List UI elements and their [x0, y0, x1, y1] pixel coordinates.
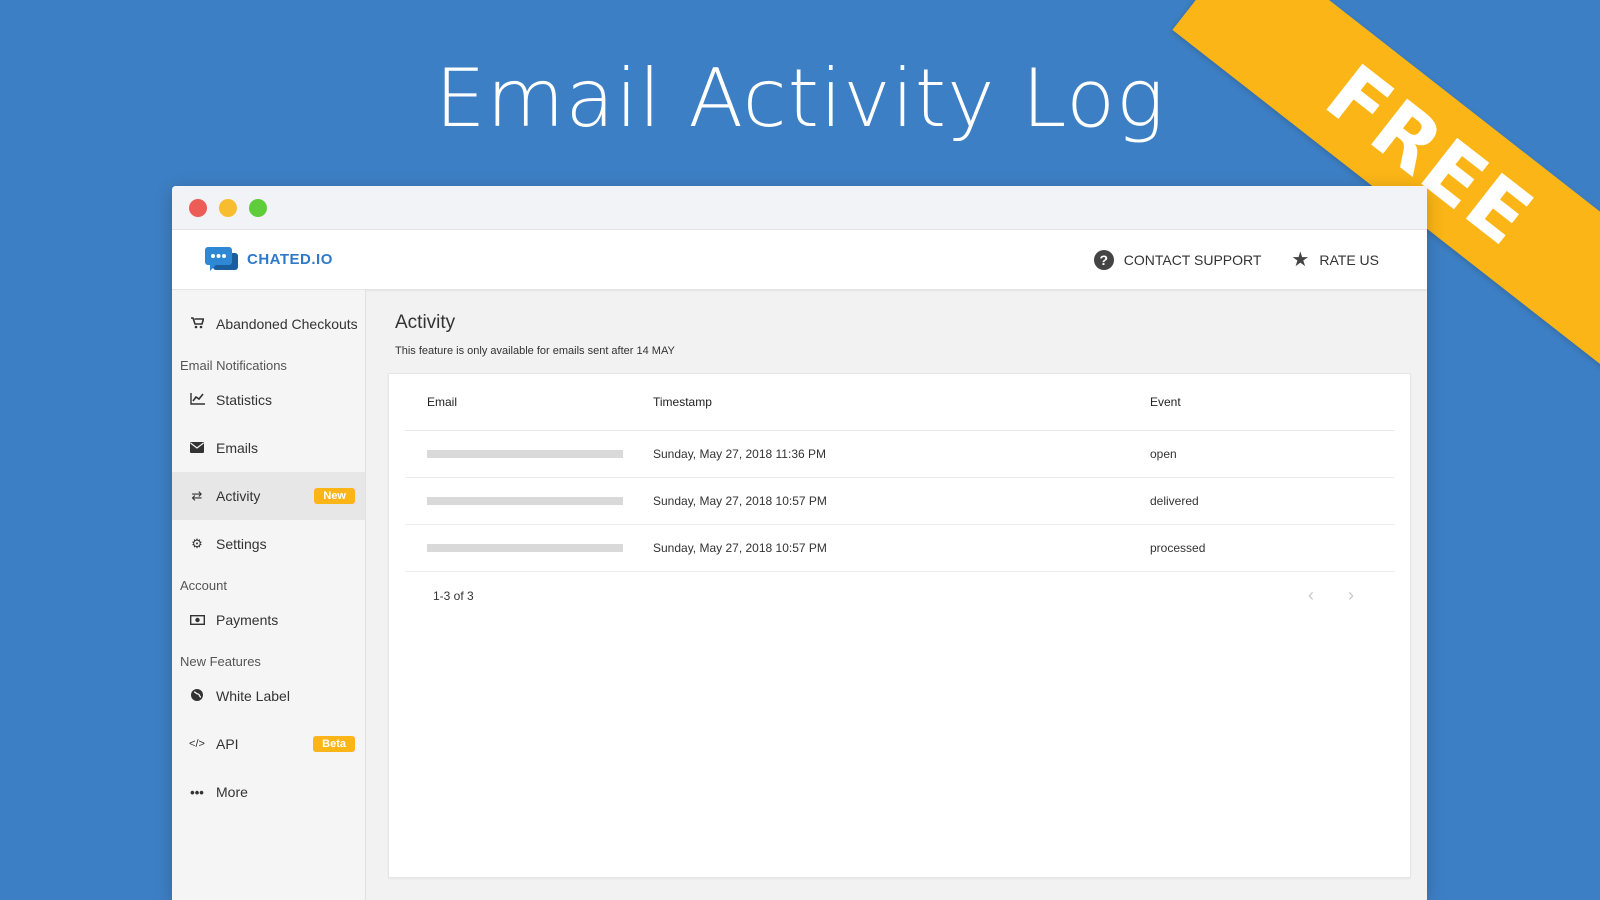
chevron-right-icon[interactable]: ›: [1348, 585, 1354, 606]
column-header-timestamp[interactable]: Timestamp: [653, 374, 1150, 431]
beta-badge: Beta: [313, 736, 355, 752]
brand-name: CHATED.IO: [247, 251, 333, 268]
row-timestamp: Sunday, May 27, 2018 11:36 PM: [653, 430, 1150, 478]
table-row[interactable]: Sunday, May 27, 2018 11:36 PM open: [405, 430, 1394, 478]
app-window: CHATED.IO ? CONTACT SUPPORT ★ RATE US Ab…: [172, 186, 1427, 900]
gear-icon: ⚙: [191, 536, 203, 551]
money-icon: [188, 613, 206, 628]
sidebar-item-white-label[interactable]: White Label: [172, 672, 365, 720]
redacted-email: [427, 544, 623, 553]
sidebar-item-label: Activity: [216, 488, 261, 504]
activity-card: Email Timestamp Event Sunday, May 27, 20…: [388, 373, 1411, 878]
brand-logo[interactable]: CHATED.IO: [205, 246, 333, 273]
redacted-email: [427, 450, 623, 459]
sidebar-item-activity[interactable]: ⇄ Activity New: [172, 472, 365, 520]
page-title: Activity: [395, 312, 456, 333]
page-subtitle: This feature is only available for email…: [395, 345, 675, 357]
sidebar-item-label: White Label: [216, 688, 290, 704]
sidebar-item-label: Payments: [216, 612, 279, 628]
sidebar-item-label: Statistics: [216, 392, 273, 408]
sidebar-item-label: Settings: [216, 536, 267, 552]
envelope-icon: [188, 441, 206, 456]
exchange-arrows-icon: ⇄: [191, 488, 203, 503]
sidebar-item-emails[interactable]: Emails: [172, 424, 365, 472]
sidebar: Abandoned Checkouts Email Notifications …: [172, 290, 366, 900]
sidebar-item-more[interactable]: ••• More: [172, 768, 365, 816]
table-row[interactable]: Sunday, May 27, 2018 10:57 PM delivered: [405, 477, 1394, 525]
table-row[interactable]: Sunday, May 27, 2018 10:57 PM processed: [405, 524, 1394, 572]
star-icon: ★: [1291, 248, 1310, 271]
sidebar-item-label: API: [216, 736, 239, 752]
chat-bubble-icon: [205, 246, 238, 271]
section-email-notifications: Email Notifications: [180, 358, 287, 373]
row-event: processed: [1150, 524, 1394, 572]
contact-support-button[interactable]: ? CONTACT SUPPORT: [1093, 249, 1262, 270]
row-event: delivered: [1150, 477, 1394, 525]
row-timestamp: Sunday, May 27, 2018 10:57 PM: [653, 477, 1150, 525]
chevron-left-icon[interactable]: ‹: [1308, 585, 1314, 606]
column-header-email[interactable]: Email: [405, 374, 653, 431]
minimize-window-button[interactable]: [219, 198, 237, 217]
table-header-row: Email Timestamp Event: [405, 374, 1394, 431]
window-titlebar: [172, 186, 1427, 230]
redacted-email: [427, 497, 623, 506]
rate-us-label: RATE US: [1319, 251, 1379, 268]
sidebar-item-abandoned-checkouts[interactable]: Abandoned Checkouts: [172, 300, 365, 348]
app-header: CHATED.IO ? CONTACT SUPPORT ★ RATE US: [172, 230, 1427, 290]
globe-icon: [188, 688, 206, 704]
row-timestamp: Sunday, May 27, 2018 10:57 PM: [653, 524, 1150, 572]
main-content: Activity This feature is only available …: [366, 290, 1427, 900]
close-window-button[interactable]: [189, 198, 207, 217]
new-badge: New: [314, 488, 355, 504]
contact-support-label: CONTACT SUPPORT: [1123, 251, 1262, 268]
code-icon: </>: [189, 738, 205, 750]
rate-us-button[interactable]: ★ RATE US: [1291, 250, 1379, 270]
sidebar-item-statistics[interactable]: Statistics: [172, 376, 365, 424]
maximize-window-button[interactable]: [249, 198, 267, 217]
pagination-count: 1-3 of 3: [433, 588, 474, 603]
activity-table: Email Timestamp Event Sunday, May 27, 20…: [405, 374, 1394, 572]
cart-icon: [188, 316, 206, 332]
question-circle-icon: ?: [1093, 249, 1114, 270]
section-account: Account: [180, 578, 227, 593]
row-event: open: [1150, 430, 1394, 478]
ellipsis-icon: •••: [190, 784, 204, 800]
sidebar-item-label: Abandoned Checkouts: [216, 316, 358, 332]
column-header-event[interactable]: Event: [1150, 374, 1394, 431]
sidebar-item-settings[interactable]: ⚙ Settings: [172, 520, 365, 568]
sidebar-item-payments[interactable]: Payments: [172, 596, 365, 644]
sidebar-item-label: More: [216, 784, 248, 800]
pagination: 1-3 of 3 ‹ ›: [405, 572, 1394, 620]
section-new-features: New Features: [180, 654, 261, 669]
sidebar-item-label: Emails: [216, 440, 259, 456]
sidebar-item-api[interactable]: </> API Beta: [172, 720, 365, 768]
line-chart-icon: [188, 392, 206, 408]
